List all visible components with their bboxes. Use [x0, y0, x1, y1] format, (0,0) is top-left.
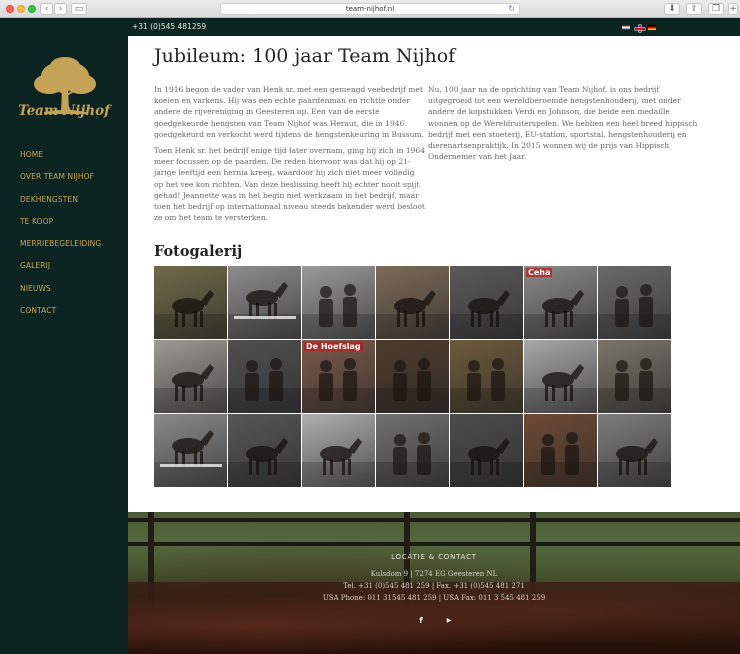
footer-heading: LOCATIE & CONTACT	[391, 553, 477, 561]
top-bar: +31 (0)545 481259	[0, 18, 740, 36]
gallery-photo[interactable]	[450, 414, 524, 488]
photo-subject	[154, 364, 227, 413]
gallery-photo[interactable]	[228, 266, 302, 340]
gallery-photo[interactable]	[154, 340, 228, 414]
photo-subject	[376, 358, 449, 413]
close-window-icon[interactable]	[6, 5, 14, 13]
photo-sign-text: De Hoefslag	[304, 342, 363, 351]
photo-subject	[376, 432, 449, 487]
uk-flag-icon[interactable]	[634, 24, 645, 32]
gallery-photo[interactable]	[524, 340, 598, 414]
photo-sign-text: Ceha	[526, 268, 553, 277]
gallery-photo[interactable]	[598, 414, 672, 488]
nav-item-dekhengsten[interactable]: DEKHENGSTEN	[20, 195, 101, 217]
photo-subject	[228, 358, 301, 413]
gallery-photo[interactable]	[154, 266, 228, 340]
sidebar-toggle-icon[interactable]: ▭	[71, 3, 87, 15]
footer-usa-phone: USA Phone: 011 31545 481 259 | USA Fax: …	[322, 594, 546, 602]
fence-rail	[128, 518, 740, 522]
paragraph: Toen Henk sr. het bedrijf enige tijd lat…	[154, 146, 425, 223]
footer: LOCATIE & CONTACT Kulsdom 9 | 7274 EG Ge…	[128, 512, 740, 654]
photo-subject	[302, 284, 375, 339]
gallery-photo[interactable]	[376, 340, 450, 414]
main-content: Jubileum: 100 jaar Team Nijhof In 1916 b…	[128, 36, 740, 512]
photo-subject	[524, 290, 597, 339]
downloads-icon[interactable]: ⬇	[664, 3, 680, 15]
nav-item-home[interactable]: HOME	[20, 150, 101, 172]
photo-subject	[154, 290, 227, 339]
gallery-photo[interactable]	[598, 266, 672, 340]
gallery-photo[interactable]	[524, 414, 598, 488]
phone-number: +31 (0)545 481259	[132, 22, 207, 31]
browser-chrome: ‹ › ▭ team-nijhof.nl ↻ ⬇ ⇪ ❐ +	[0, 0, 740, 18]
gallery-photo[interactable]	[376, 266, 450, 340]
page-title: Jubileum: 100 jaar Team Nijhof	[154, 45, 456, 67]
photo-subject	[598, 358, 671, 413]
maximize-window-icon[interactable]	[28, 5, 36, 13]
sidebar: Team Nijhof HOME OVER TEAM NIJHOF DEKHEN…	[0, 36, 128, 654]
gallery-photo[interactable]	[228, 340, 302, 414]
photo-subject	[450, 358, 523, 413]
nav-item-merriebegeleiding[interactable]: MERRIEBEGELEIDING	[20, 239, 101, 261]
photo-subject	[524, 432, 597, 487]
nav-item-nieuws[interactable]: NIEUWS	[20, 284, 101, 306]
photo-subject	[524, 364, 597, 413]
minimize-window-icon[interactable]	[17, 5, 25, 13]
address-bar[interactable]: team-nijhof.nl ↻	[220, 3, 520, 15]
paragraph: In 1916 begon de vader van Henk sr. met …	[154, 85, 424, 139]
hedge	[128, 582, 740, 654]
url-text: team-nijhof.nl	[345, 5, 395, 13]
photo-subject	[302, 438, 375, 487]
photo-subject	[598, 438, 671, 487]
nav-item-contact[interactable]: CONTACT	[20, 306, 101, 328]
photo-subject	[450, 290, 523, 339]
reload-icon[interactable]: ↻	[508, 4, 515, 14]
gallery-photo[interactable]	[302, 266, 376, 340]
gallery-photo[interactable]: De Hoefslag	[302, 340, 376, 414]
gallery-photo[interactable]: Ceha	[524, 266, 598, 340]
photo-subject	[598, 284, 671, 339]
intro-left-column: In 1916 begon de vader van Henk sr. met …	[154, 84, 426, 228]
nav-item-te-koop[interactable]: TE KOOP	[20, 217, 101, 239]
photo-subject	[450, 438, 523, 487]
photo-subject	[376, 290, 449, 339]
main-nav: HOME OVER TEAM NIJHOF DEKHENGSTEN TE KOO…	[20, 150, 101, 328]
footer-phone: Tel. +31 (0)545 481 259 | Fax. +31 (0)54…	[343, 582, 525, 590]
nav-item-over-team-nijhof[interactable]: OVER TEAM NIJHOF	[20, 172, 101, 194]
gallery-photo[interactable]	[598, 340, 672, 414]
gallery-photo[interactable]	[228, 414, 302, 488]
photo-subject	[154, 430, 227, 487]
intro-right-column: Nu, 100 jaar na de oprichting van Team N…	[428, 84, 700, 167]
paragraph: Nu, 100 jaar na de oprichting van Team N…	[428, 85, 698, 162]
gallery-photo[interactable]	[302, 414, 376, 488]
footer-address: Kulsdom 9 | 7274 EG Geesteren NL	[370, 570, 498, 578]
forward-icon[interactable]: ›	[54, 3, 67, 15]
gallery-photo[interactable]	[450, 266, 524, 340]
gallery-photo[interactable]	[450, 340, 524, 414]
gallery-photo[interactable]	[154, 414, 228, 488]
nl-flag-icon[interactable]	[621, 24, 631, 31]
tabs-icon[interactable]: ❐	[708, 3, 724, 15]
new-tab-icon[interactable]: +	[728, 3, 738, 15]
logo-text[interactable]: Team Nijhof	[0, 103, 128, 119]
back-icon[interactable]: ‹	[40, 3, 53, 15]
youtube-icon[interactable]: ▶	[444, 616, 454, 626]
facebook-icon[interactable]: f	[416, 616, 426, 626]
gallery-title: Fotogalerij	[154, 243, 243, 260]
fence-rail	[128, 542, 740, 546]
share-icon[interactable]: ⇪	[686, 3, 702, 15]
de-flag-icon[interactable]	[647, 24, 657, 31]
photo-subject	[228, 438, 301, 487]
photo-gallery: Ceha De Hoefslag	[154, 266, 674, 488]
photo-subject	[302, 358, 375, 413]
gallery-photo[interactable]	[376, 414, 450, 488]
nav-item-galerij[interactable]: GALERIJ	[20, 261, 101, 283]
photo-subject	[228, 282, 301, 339]
